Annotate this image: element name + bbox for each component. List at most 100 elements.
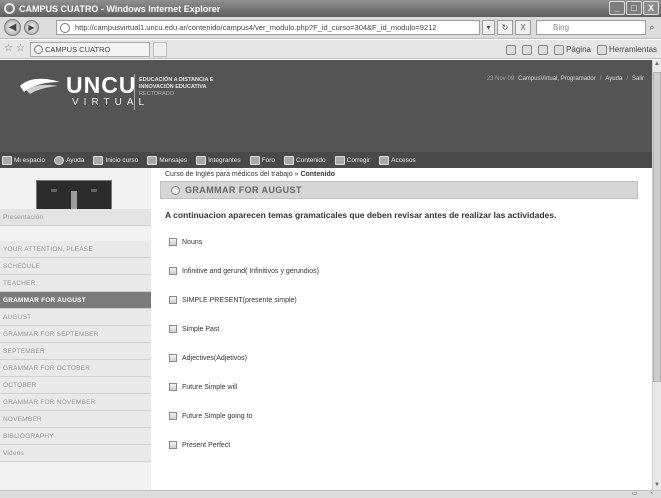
sidebar-item-november[interactable]: NOVEMBER	[0, 411, 151, 428]
topic-label: Future Simple going to	[182, 412, 253, 420]
nav-corregir[interactable]: Corregir	[334, 155, 371, 165]
logout-link[interactable]: Salir	[632, 76, 644, 82]
home-icon	[506, 44, 517, 55]
topic-future-going-to[interactable]: Future Simple going to	[169, 410, 252, 422]
feeds-button[interactable]	[522, 43, 533, 56]
scroll-down-arrow-icon[interactable]: ▼	[653, 481, 661, 490]
nav-label: Corregir	[346, 156, 371, 164]
nav-label: Foro	[261, 156, 276, 164]
favorites-command-row: ☆ ☆ CAMPUS CUATRO Página Herramientas	[0, 40, 661, 59]
address-bar-row: ◀ ▶ http://campusvirtual1.uncu.edu.ar/co…	[0, 17, 661, 39]
topic-simple-past[interactable]: Simple Past	[169, 323, 219, 335]
edit-icon	[334, 155, 345, 165]
institution-line-2: INNOVACIÓN EDUCATIVA	[139, 84, 207, 90]
tab-title: CAMPUS CUATRO	[45, 45, 111, 54]
nav-foro[interactable]: Foro	[249, 155, 276, 165]
search-placeholder: Bing	[553, 23, 570, 32]
topic-infinitive-gerund[interactable]: Infinitive and gerund( Infinitivos y ger…	[169, 265, 319, 277]
nav-integrantes[interactable]: Integrantes	[196, 155, 241, 165]
topic-future-will[interactable]: Future Simple will	[169, 381, 237, 393]
nav-accesos[interactable]: Accesos	[379, 155, 416, 165]
print-icon	[538, 44, 549, 55]
page-globe-icon	[60, 23, 70, 33]
print-button[interactable]	[538, 43, 549, 56]
close-button[interactable]: X	[643, 1, 659, 15]
nav-mensajes[interactable]: Mensajes	[147, 155, 187, 165]
envelope-icon	[147, 155, 158, 165]
nav-label: Contenido	[296, 156, 326, 164]
institution-text: EDUCACIÓN A DISTANCIA E INNOVACIÓN EDUCA…	[139, 77, 213, 98]
nav-inicio-curso[interactable]: Inicio curso	[93, 155, 138, 165]
document-icon	[169, 412, 177, 420]
scrollbar-thumb[interactable]	[653, 72, 661, 382]
page-menu-label: Página	[566, 45, 591, 54]
page-menu-button[interactable]: Página	[554, 43, 591, 56]
window-title: CAMPUS CUATRO - Windows Internet Explore…	[19, 3, 221, 14]
stop-button[interactable]: X	[515, 20, 531, 35]
maximize-button[interactable]: □	[626, 1, 642, 15]
window-controls: _ □ X	[609, 1, 659, 15]
nav-contenido[interactable]: Contenido	[284, 155, 326, 165]
new-tab-button[interactable]	[153, 42, 167, 57]
zoom-icon[interactable]: ◔	[649, 491, 653, 498]
search-input[interactable]: Bing	[536, 20, 646, 35]
section-title: GRAMMAR FOR AUGUST	[185, 185, 302, 195]
sidebar-item-videos[interactable]: Videos	[0, 445, 151, 462]
refresh-button[interactable]: ↻	[497, 20, 513, 35]
help-link[interactable]: Ayuda	[605, 76, 622, 82]
url-input[interactable]: http://campusvirtual1.uncu.edu.ar/conten…	[56, 20, 480, 35]
back-button[interactable]: ◀	[4, 19, 21, 36]
topic-label: Present Perfect	[182, 441, 231, 449]
favorites-star-icon[interactable]: ☆	[4, 43, 13, 54]
tools-menu-button[interactable]: Herramientas	[596, 43, 657, 56]
sidebar-item-presentacion[interactable]: Presentación	[0, 209, 151, 226]
security-zone-icon: ▭	[631, 491, 638, 497]
topic-nouns[interactable]: Nouns	[169, 236, 202, 248]
header-divider	[134, 74, 135, 110]
topic-present-perfect[interactable]: Present Perfect	[169, 439, 230, 451]
feeds-icon	[522, 44, 533, 55]
topic-adjectives[interactable]: Adjectives(Adjetivos)	[169, 352, 247, 364]
sidebar-item-schedule[interactable]: SCHEDULE	[0, 258, 151, 275]
document-icon	[169, 238, 177, 246]
url-dropdown-button[interactable]: ▾	[482, 20, 495, 35]
sidebar-item-grammar-september[interactable]: GRAMMAR FOR SEPTEMBER	[0, 326, 151, 343]
url-text: http://campusvirtual1.uncu.edu.ar/conten…	[75, 23, 437, 32]
search-icon[interactable]: ⌕	[645, 20, 659, 35]
home-icon	[2, 155, 12, 165]
forward-button[interactable]: ▶	[24, 20, 39, 35]
separator: /	[626, 76, 628, 82]
sidebar-item-teacher[interactable]: TEACHER	[0, 275, 151, 292]
sidebar-item-august[interactable]: AUGUST	[0, 309, 151, 326]
home-button[interactable]	[506, 43, 517, 56]
gear-icon	[596, 44, 607, 55]
sidebar-item-grammar-october[interactable]: GRAMMAR FOR OCTOBER	[0, 360, 151, 377]
add-favorites-icon[interactable]: ☆	[16, 43, 25, 54]
nav-label: Integrantes	[208, 156, 241, 164]
separator: /	[599, 76, 602, 82]
nav-mi-espacio[interactable]: Mi espacio	[2, 155, 45, 165]
minimize-button[interactable]: _	[609, 1, 625, 15]
people-icon	[196, 155, 207, 165]
topic-simple-present[interactable]: SIMPLE PRESENT(presente simple)	[169, 294, 297, 306]
section-header: GRAMMAR FOR AUGUST	[160, 181, 638, 199]
sidebar-item-grammar-november[interactable]: GRAMMAR FOR NOVEMBER	[0, 394, 151, 411]
sidebar-item-bibliography[interactable]: BIBLIOGRAPHY	[0, 428, 151, 445]
topic-label: Nouns	[182, 238, 203, 246]
scroll-up-arrow-icon[interactable]: ▲	[653, 60, 661, 69]
sidebar-item-september[interactable]: SEPTEMBER	[0, 343, 151, 360]
nav-ayuda[interactable]: Ayuda	[54, 155, 84, 165]
tab-campus-cuatro[interactable]: CAMPUS CUATRO	[30, 42, 150, 57]
topic-label: Adjectives(Adjetivos)	[182, 354, 247, 362]
vertical-scrollbar[interactable]: ▲ ▼	[652, 60, 661, 490]
logo-subtext: VIRTUAL	[72, 97, 150, 108]
sidebar-item-grammar-august[interactable]: GRAMMAR FOR AUGUST	[0, 292, 151, 309]
intro-text: A continuacion aparecen temas gramatical…	[165, 210, 557, 220]
breadcrumb-separator: »	[294, 171, 299, 178]
sidebar-item-your-attention[interactable]: YOUR ATTENTION, PLEASE	[0, 241, 151, 258]
folder-icon	[284, 155, 295, 165]
ie-logo-icon	[4, 3, 15, 14]
breadcrumb-course-link[interactable]: Curso de Inglés para médicos del trabajo	[165, 171, 293, 178]
sidebar-item-october[interactable]: OCTOBER	[0, 377, 151, 394]
document-icon	[169, 267, 177, 275]
